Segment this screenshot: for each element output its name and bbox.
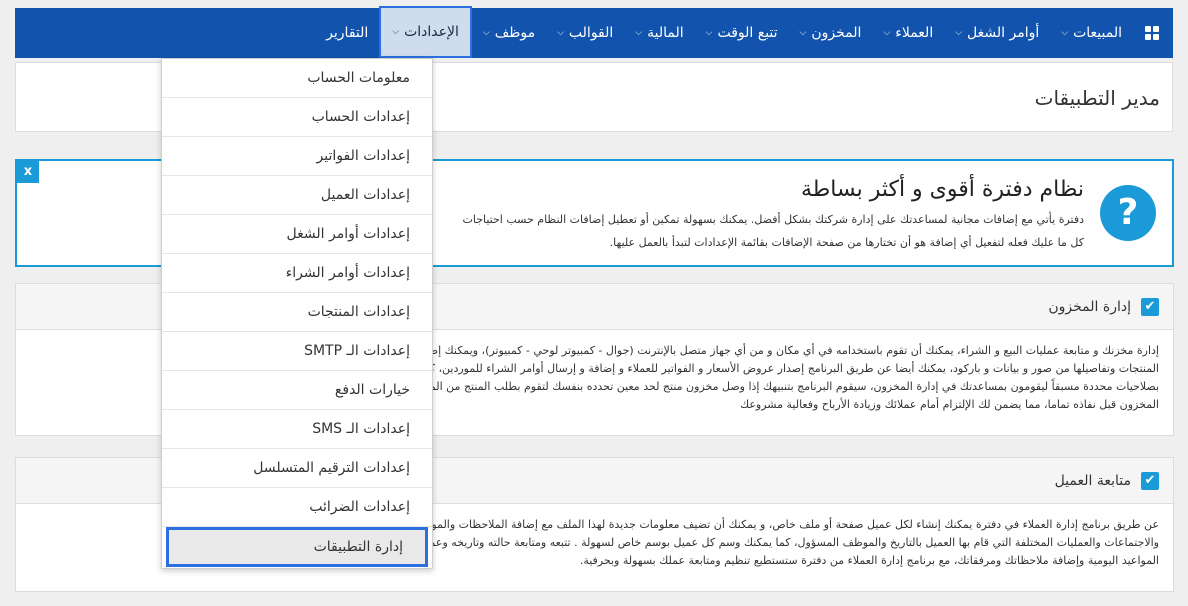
info-text-line: كل ما عليك فعله لتفعيل أي إضافة هو أن تخ… (609, 236, 1084, 249)
menu-item-purchase-order-settings[interactable]: إعدادات أوامر الشراء (162, 254, 432, 293)
nav-label: القوالب (568, 25, 614, 41)
grid-icon[interactable] (1145, 26, 1159, 40)
checkbox-checked-icon[interactable]: ✔ (1141, 471, 1159, 490)
nav-label: العملاء (895, 25, 934, 41)
section-title: متابعة العميل (1054, 472, 1131, 489)
settings-dropdown-menu: معلومات الحساب إعدادات الحساب إعدادات ال… (161, 58, 433, 569)
section-title: إدارة المخزون (1048, 298, 1131, 315)
nav-item-finance[interactable]: المالية ⌵ (624, 8, 694, 58)
menu-item-account-info[interactable]: معلومات الحساب (162, 59, 432, 98)
nav-label: أوامر الشغل (967, 25, 1040, 41)
nav-item-time-tracking[interactable]: تتبع الوقت ⌵ (695, 8, 789, 58)
nav-item-sales[interactable]: المبيعات ⌵ (1050, 8, 1133, 58)
menu-item-invoice-settings[interactable]: إعدادات الفواتير (162, 137, 432, 176)
chevron-down-icon: ⌵ (705, 28, 713, 38)
menu-item-product-settings[interactable]: إعدادات المنتجات (162, 293, 432, 332)
chevron-down-icon: ⌵ (635, 28, 643, 38)
nav-item-templates[interactable]: القوالب ⌵ (546, 8, 624, 58)
menu-item-work-order-settings[interactable]: إعدادات أوامر الشغل (162, 215, 432, 254)
chevron-down-icon: ⌵ (883, 28, 891, 38)
nav-item-clients[interactable]: العملاء ⌵ (872, 8, 944, 58)
menu-item-app-management[interactable]: إدارة التطبيقات (166, 527, 428, 567)
nav-item-settings[interactable]: الإعدادات ⌵ (379, 6, 472, 58)
chevron-down-icon: ⌵ (557, 28, 564, 38)
chevron-down-icon: ⌵ (482, 28, 490, 38)
menu-item-sms-settings[interactable]: إعدادات الـ SMS (162, 410, 432, 449)
chevron-down-icon: ⌵ (392, 27, 400, 37)
nav-label: المخزون (811, 25, 862, 41)
menu-item-payment-options[interactable]: خيارات الدفع (162, 371, 432, 410)
info-heading: نظام دفترة أقوى و أكثر بساطة (800, 177, 1084, 202)
chevron-down-icon: ⌵ (1061, 28, 1069, 38)
menu-item-tax-settings[interactable]: إعدادات الضرائب (162, 488, 432, 527)
page-title: مدير التطبيقات (1034, 86, 1160, 110)
nav-item-reports[interactable]: التقارير (315, 8, 379, 58)
nav-item-inventory[interactable]: المخزون ⌵ (789, 8, 873, 58)
nav-label: الإعدادات (404, 24, 459, 40)
chevron-down-icon: ⌵ (955, 28, 963, 38)
nav-item-employee[interactable]: موظف ⌵ (472, 8, 546, 58)
nav-label: التقارير (326, 25, 369, 41)
nav-label: موظف (494, 25, 536, 41)
chevron-down-icon: ⌵ (799, 28, 807, 38)
checkbox-checked-icon[interactable]: ✔ (1141, 297, 1159, 316)
menu-item-client-settings[interactable]: إعدادات العميل (162, 176, 432, 215)
top-nav: المبيعات ⌵ أوامر الشغل ⌵ العملاء ⌵ المخزون ⌵… (15, 6, 1173, 58)
nav-item-work-orders[interactable]: أوامر الشغل ⌵ (944, 8, 1050, 58)
nav-label: المبيعات (1073, 25, 1122, 41)
menu-item-numbering-settings[interactable]: إعدادات الترقيم المتسلسل (162, 449, 432, 488)
nav-label: تتبع الوقت (717, 25, 778, 41)
menu-item-smtp-settings[interactable]: إعدادات الـ SMTP (162, 332, 432, 371)
question-icon: ? (1100, 185, 1156, 241)
close-icon[interactable]: x (17, 161, 39, 183)
info-text-line: دفترة يأتي مع إضافات مجانية لمساعدتك على… (462, 213, 1085, 226)
menu-item-account-settings[interactable]: إعدادات الحساب (162, 98, 432, 137)
nav-label: المالية (647, 25, 684, 41)
